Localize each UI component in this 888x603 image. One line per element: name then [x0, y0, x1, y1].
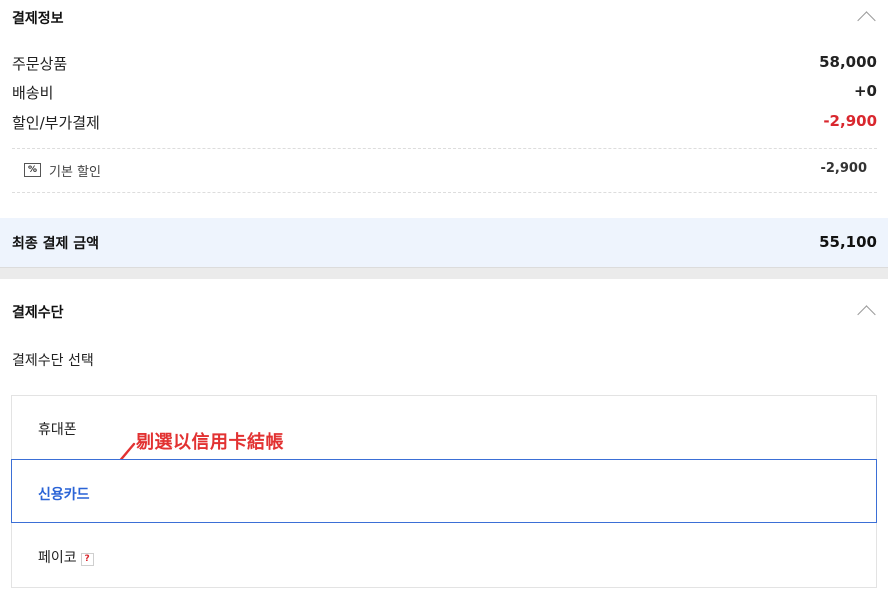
payment-option-label: 페이코: [38, 550, 77, 566]
percent-icon: %: [24, 163, 41, 177]
payment-info-header[interactable]: 결제정보: [0, 0, 888, 36]
chevron-up-icon[interactable]: [858, 10, 874, 26]
payment-option-payco-wrap: 페이코?: [38, 547, 94, 567]
order-items-row: 주문상품 58,000: [12, 53, 877, 75]
discount-value: -2,900: [823, 112, 877, 130]
payment-option-payco[interactable]: 페이코?: [11, 522, 877, 588]
payment-option-credit-card[interactable]: 신용카드: [11, 459, 877, 523]
shipping-label: 배송비: [12, 84, 54, 102]
basic-discount-row: % 기본 할인 -2,900: [24, 160, 867, 180]
annotation-text: 剔選以信用卡結帳: [136, 432, 284, 453]
section-separator: [0, 267, 888, 279]
discount-label: 할인/부가결제: [12, 114, 100, 132]
help-icon[interactable]: ?: [80, 553, 94, 566]
payment-option-label: 신용카드: [38, 487, 90, 503]
final-amount-label: 최종 결제 금액: [12, 236, 100, 252]
payment-method-select-label: 결제수단 선택: [12, 353, 94, 369]
payment-method-header[interactable]: 결제수단: [0, 294, 888, 330]
shipping-value: +0: [853, 82, 877, 100]
shipping-row: 배송비 +0: [12, 82, 877, 104]
order-items-value: 58,000: [819, 53, 877, 71]
payment-option-label: 휴대폰: [38, 422, 77, 438]
payment-info-title: 결제정보: [12, 11, 64, 27]
payment-method-title: 결제수단: [12, 305, 64, 321]
order-items-label: 주문상품: [12, 55, 68, 73]
chevron-up-icon[interactable]: [858, 304, 874, 320]
checkout-page: 결제정보 주문상품 58,000 배송비 +0 할인/부가결제 -2,900 %…: [0, 0, 888, 603]
discount-row: 할인/부가결제 -2,900: [12, 112, 877, 134]
final-amount-bar: 최종 결제 금액 55,100: [0, 218, 888, 267]
basic-discount-value: -2,900: [820, 161, 867, 176]
divider-top: [12, 148, 877, 149]
basic-discount-label: 기본 할인: [49, 165, 101, 180]
final-amount-value: 55,100: [819, 233, 877, 251]
divider-bottom: [12, 192, 877, 193]
